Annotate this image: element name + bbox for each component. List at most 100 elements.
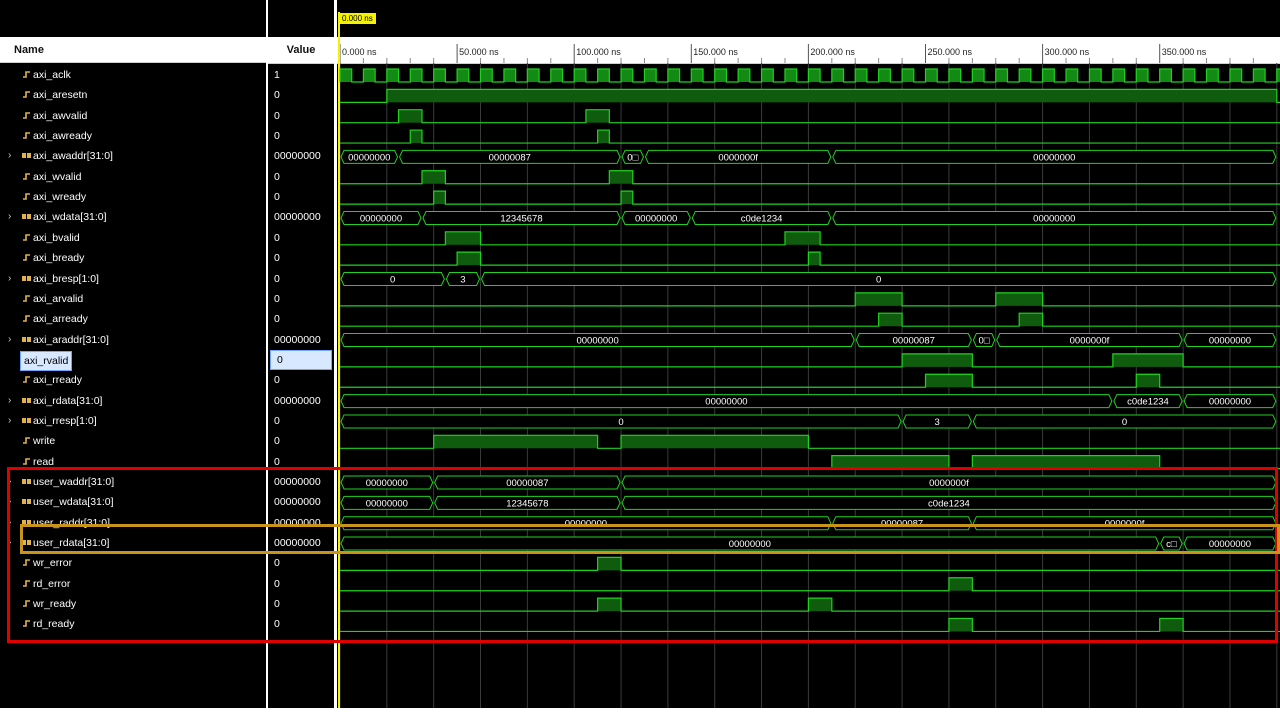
- signal-value[interactable]: 00000000: [268, 391, 334, 411]
- signal-row[interactable]: rd_error: [0, 574, 266, 594]
- clock-high-fill: [855, 69, 867, 82]
- signal-value[interactable]: 0: [268, 167, 334, 187]
- signal-high-fill: [878, 313, 903, 327]
- signal-row[interactable]: › axi_rresp[1:0]: [0, 411, 266, 431]
- signal-row[interactable]: › user_wdata[31:0]: [0, 492, 266, 512]
- signal-row[interactable]: axi_rready: [0, 370, 266, 390]
- signal-row[interactable]: axi_arvalid: [0, 289, 266, 309]
- signal-row[interactable]: axi_rvalid: [0, 350, 266, 371]
- signal-value[interactable]: 0: [268, 269, 334, 289]
- signal-value[interactable]: 00000000: [268, 146, 334, 166]
- signal-row[interactable]: read: [0, 452, 266, 472]
- clock-high-fill: [503, 69, 516, 82]
- signal-row[interactable]: › user_raddr[31:0]: [0, 513, 266, 533]
- signal-high-fill: [831, 455, 949, 469]
- clock-high-fill: [995, 69, 1008, 82]
- signal-row[interactable]: axi_awready: [0, 126, 266, 146]
- signal-value[interactable]: 00000000: [268, 533, 334, 553]
- bus-value-label: 0000000f: [1105, 519, 1145, 530]
- signal-value[interactable]: 0: [268, 574, 334, 594]
- signal-high-fill: [902, 353, 973, 367]
- expand-chevron-icon[interactable]: ›: [8, 146, 11, 166]
- signal-row[interactable]: › axi_araddr[31:0]: [0, 330, 266, 350]
- value-column-header[interactable]: Value: [268, 37, 334, 64]
- clock-high-fill: [808, 69, 821, 82]
- signal-row[interactable]: › axi_awaddr[31:0]: [0, 146, 266, 166]
- signal-row[interactable]: › user_rdata[31:0]: [0, 533, 266, 553]
- bus-value-label: 00000000: [729, 539, 771, 550]
- bus-value-label: 12345678: [500, 213, 542, 224]
- expand-chevron-icon[interactable]: ›: [8, 513, 11, 533]
- name-column-header[interactable]: Name: [0, 37, 266, 63]
- signal-row[interactable]: › axi_rdata[31:0]: [0, 391, 266, 411]
- signal-value[interactable]: 0: [268, 248, 334, 268]
- bit-signal-icon: [23, 620, 30, 628]
- signal-value[interactable]: 0: [268, 228, 334, 248]
- signal-row[interactable]: axi_bvalid: [0, 228, 266, 248]
- signal-row[interactable]: axi_aresetn: [0, 85, 266, 105]
- signal-row[interactable]: rd_ready: [0, 614, 266, 634]
- signal-row[interactable]: wr_error: [0, 553, 266, 573]
- cursor-time-label[interactable]: 0.000 ns: [339, 13, 376, 24]
- expand-chevron-icon[interactable]: ›: [8, 411, 11, 431]
- signal-value[interactable]: 0: [268, 187, 334, 207]
- signal-high-fill: [1019, 313, 1043, 327]
- signal-value[interactable]: 0: [268, 106, 334, 126]
- signal-row[interactable]: › user_waddr[31:0]: [0, 472, 266, 492]
- bus-value-label: 0: [876, 275, 881, 286]
- waveform-canvas[interactable]: 0.000 ns 50.000 ns 100.000 ns 150.000 ns 200…: [337, 0, 1280, 708]
- bus-signal-icon: [22, 417, 31, 423]
- expand-chevron-icon[interactable]: ›: [8, 330, 11, 350]
- signal-row[interactable]: › axi_bresp[1:0]: [0, 269, 266, 289]
- signal-value[interactable]: 0: [268, 411, 334, 431]
- signal-value[interactable]: 00000000: [268, 513, 334, 533]
- signal-value[interactable]: 0: [268, 452, 334, 472]
- expand-chevron-icon[interactable]: ›: [8, 492, 11, 512]
- signal-value[interactable]: 00000000: [268, 472, 334, 492]
- ruler-tick-label: 50.000 ns: [459, 47, 499, 57]
- signal-value[interactable]: 0: [268, 553, 334, 573]
- expand-chevron-icon[interactable]: ›: [8, 533, 11, 553]
- signal-name: axi_bvalid: [33, 231, 80, 244]
- clock-high-fill: [1253, 69, 1266, 82]
- signal-row[interactable]: axi_wready: [0, 187, 266, 207]
- signal-row[interactable]: axi_bready: [0, 248, 266, 268]
- signal-value[interactable]: 0: [268, 594, 334, 614]
- signal-row[interactable]: write: [0, 431, 266, 451]
- expand-chevron-icon[interactable]: ›: [8, 472, 11, 492]
- signal-high-fill: [925, 374, 973, 388]
- bus-value-label: 00000000: [565, 519, 607, 530]
- signal-value[interactable]: 0: [268, 126, 334, 146]
- signal-row[interactable]: axi_wvalid: [0, 167, 266, 187]
- signal-value[interactable]: 00000000: [268, 330, 334, 350]
- bus-value-label: 00000087: [489, 152, 531, 163]
- ruler-tick-label: 300.000 ns: [1045, 47, 1090, 57]
- signal-value[interactable]: 0: [270, 349, 332, 370]
- signal-value[interactable]: 0: [268, 614, 334, 634]
- signal-value[interactable]: 0: [268, 289, 334, 309]
- bit-signal-icon: [23, 233, 30, 241]
- signal-row[interactable]: axi_aclk: [0, 65, 266, 85]
- bus-value-label: 00000000: [1209, 336, 1251, 347]
- expand-chevron-icon[interactable]: ›: [8, 207, 11, 227]
- signal-value[interactable]: 0: [268, 370, 334, 390]
- signal-value[interactable]: 00000000: [268, 207, 334, 227]
- signal-name: axi_awvalid: [33, 109, 88, 122]
- signal-row[interactable]: wr_ready: [0, 594, 266, 614]
- signal-value[interactable]: 0: [268, 85, 334, 105]
- bus-signal-icon: [22, 479, 31, 484]
- signal-value[interactable]: 0: [268, 431, 334, 451]
- clock-high-fill: [714, 69, 727, 82]
- signal-row[interactable]: axi_arready: [0, 309, 266, 329]
- expand-chevron-icon[interactable]: ›: [8, 391, 11, 411]
- clock-high-fill: [1112, 69, 1125, 82]
- ruler-tick-label: 150.000 ns: [693, 47, 738, 57]
- signal-value[interactable]: 00000000: [268, 492, 334, 512]
- signal-value[interactable]: 1: [268, 65, 334, 85]
- signal-row[interactable]: › axi_wdata[31:0]: [0, 207, 266, 227]
- expand-chevron-icon[interactable]: ›: [8, 269, 11, 289]
- signal-value[interactable]: 0: [268, 309, 334, 329]
- bit-signal-icon: [23, 457, 30, 465]
- signal-row[interactable]: axi_awvalid: [0, 106, 266, 126]
- waveform-pane[interactable]: 0.000 ns 50.000 ns 100.000 ns 150.000 ns 200…: [337, 0, 1280, 708]
